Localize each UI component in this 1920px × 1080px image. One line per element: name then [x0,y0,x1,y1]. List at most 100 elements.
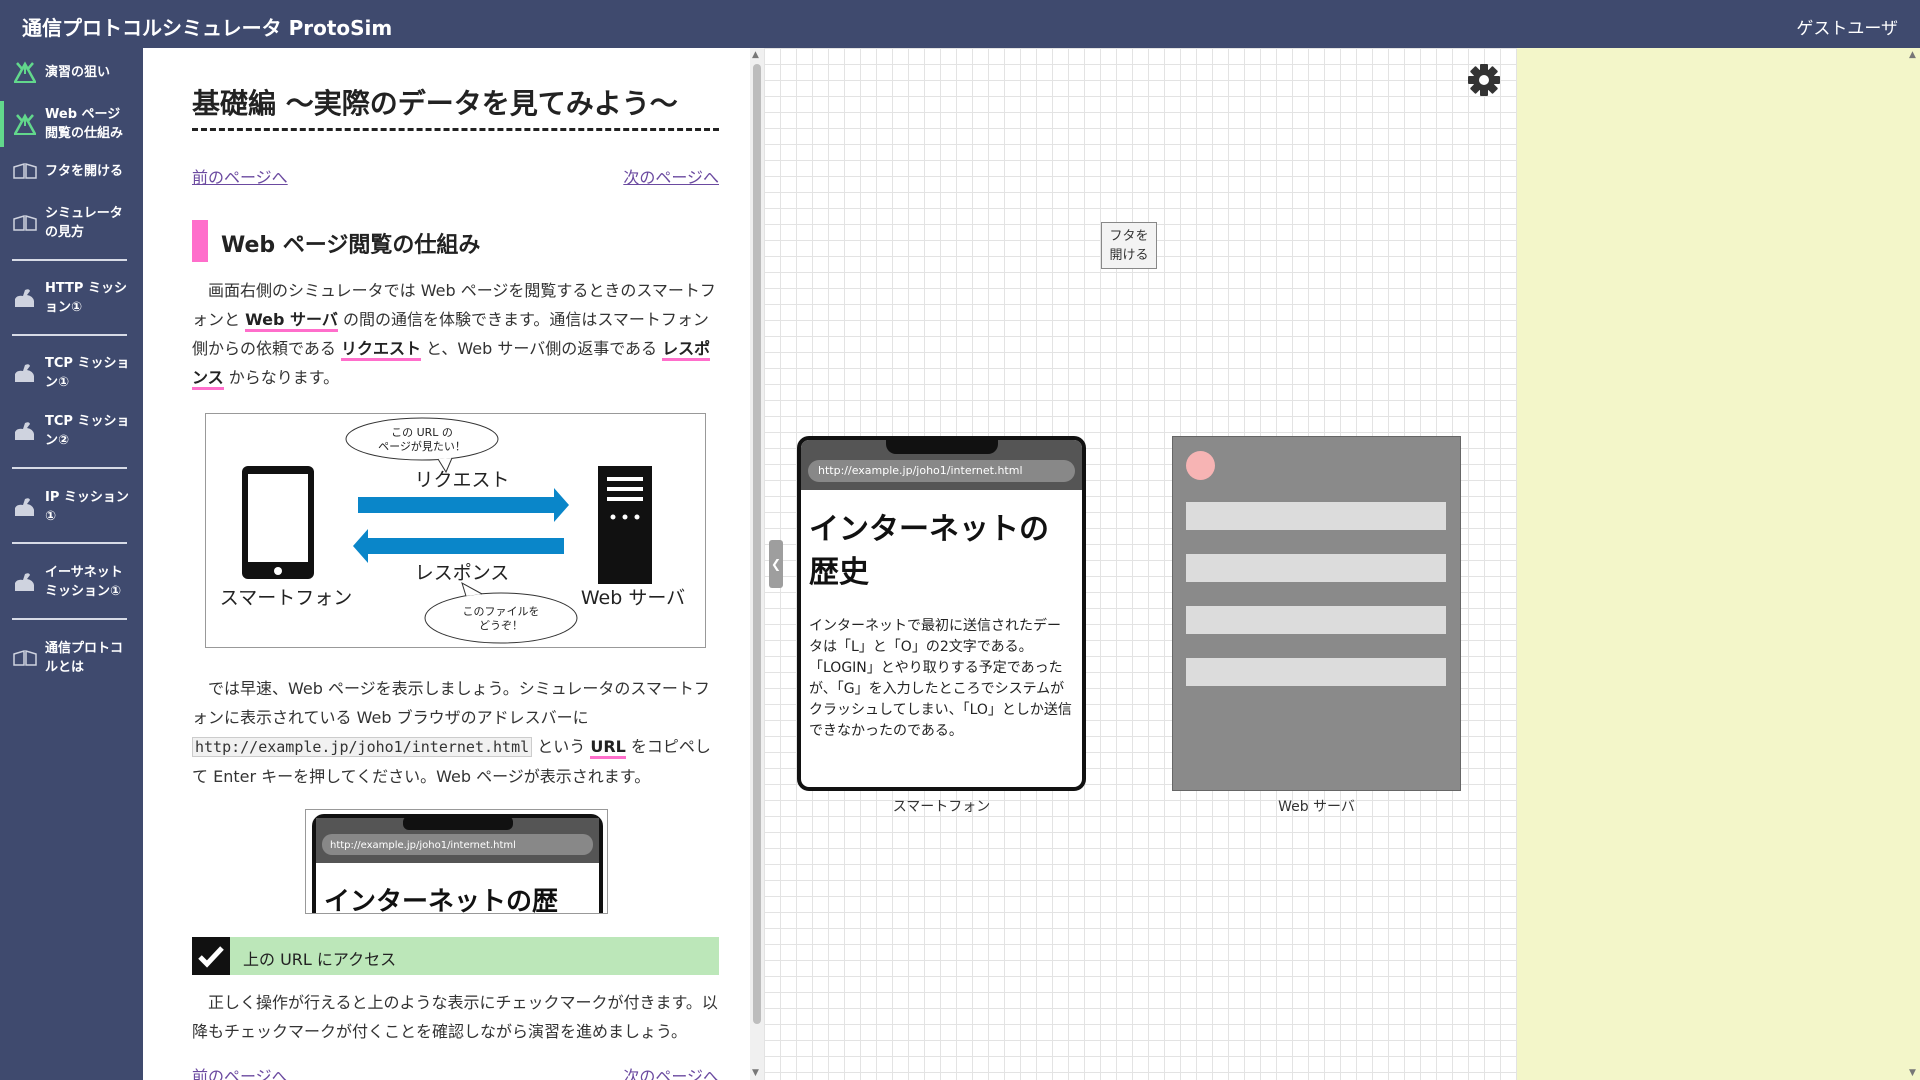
para-text: では早速、Web ページを表示しましょう。シミュレータのスマートフォンに表示され… [192,679,710,727]
open-lid-button[interactable]: フタを 開ける [1101,222,1157,269]
keyword-web-server: Web サーバ [245,310,338,332]
mini-preview-heading: インターネットの歴 [324,887,558,914]
flexed-arm-icon [12,362,38,384]
phone-page-body: インターネットで最初に送信されたデータは「L」と「O」の2文字である。「LOGI… [809,618,1072,739]
sidebar-item-label: IP ミッション① [45,490,129,524]
keyword-request: リクエスト [340,339,421,361]
simulated-smartphone[interactable]: http://example.jp/joho1/internet.html イン… [797,436,1086,791]
web-server-icon [598,466,652,584]
scroll-down-arrow-icon[interactable]: ▼ [1909,1068,1916,1078]
request-arrow [358,488,569,522]
request-label: リクエスト [414,469,509,491]
flexed-arm-icon [12,496,38,518]
diagram-phone-label: スマートフォン [220,587,352,609]
sidebar-item-label: イーサネットミッション① [45,565,123,599]
button-label-line1: フタを [1109,229,1149,244]
sidebar-divider [12,259,127,261]
chevron-left-icon: ❮ [770,557,782,571]
server-status-led [1186,451,1215,480]
request-response-diagram: この URL の ページが見たい！ リクエスト レスポンス このファイルを どう… [205,413,706,648]
bubble-bottom-line2: どうぞ！ [479,619,523,632]
phone-address-bar[interactable]: http://example.jp/joho1/internet.html [808,460,1075,482]
sidebar-item-tcp-mission-2[interactable]: TCP ミッション② [0,408,143,454]
user-name[interactable]: ゲストユーザ [1796,14,1898,39]
flexed-arm-icon [12,420,38,442]
keyword-url: URL [590,737,626,759]
gear-icon[interactable] [1467,63,1501,97]
sidebar-item-label: Web ページ閲覧の仕組み [45,107,124,141]
sidebar-item-label: フタを開ける [45,163,124,179]
right-panel [1517,48,1920,1080]
sidebar-item-label: TCP ミッション② [45,414,130,448]
sidebar-item-ethernet-mission-1[interactable]: イーサネットミッション① [0,559,143,605]
sidebar-item-goal[interactable]: 演習の狙い [0,53,143,91]
bubble-top-line2: ページが見たい！ [378,439,466,453]
scroll-up-arrow-icon[interactable]: ▲ [752,50,759,60]
prev-page-link-bottom[interactable]: 前のページへ [192,1063,288,1080]
server-slot [1186,502,1446,530]
next-page-link-bottom[interactable]: 次のページへ [623,1063,719,1080]
sidebar-divider [12,618,127,620]
smartphone-icon [242,466,314,579]
sidebar-item-web-browsing[interactable]: Web ページ閲覧の仕組み [0,101,143,147]
sidebar-item-simulator-guide[interactable]: シミュレータの見方 [0,200,143,246]
sidebar-item-label: 演習の狙い [45,64,111,80]
sidebar-item-label: TCP ミッション① [45,356,130,390]
sidebar-item-what-is-protocol[interactable]: 通信プロトコルとは [0,635,143,681]
sidebar-item-tcp-mission-1[interactable]: TCP ミッション① [0,350,143,396]
sidebar-item-label: シミュレータの見方 [45,206,123,240]
task-status-row: 上の URL にアクセス [192,937,719,975]
response-label: レスポンス [415,562,510,584]
checkmark-icon [192,937,230,975]
sidebar-item-ip-mission-1[interactable]: IP ミッション① [0,484,143,530]
page-title: 基礎編 〜実際のデータを見てみよう〜 [192,82,719,131]
prev-page-link[interactable]: 前のページへ [192,164,288,188]
note-paragraph: 正しく操作が行えると上のような表示にチェックマークが付きます。以降もチェックマー… [192,993,718,1041]
section-title: Web ページ閲覧の仕組み [221,233,481,258]
phone-page-heading: インターネットの歴史 [809,512,1049,590]
sidebar-item-http-mission-1[interactable]: HTTP ミッション① [0,275,143,321]
flexed-arm-icon [12,571,38,593]
sidebar-item-label: 通信プロトコルとは [45,641,124,675]
sidebar: 演習の狙い Web ページ閲覧の仕組み フタを開ける シミュレータの見方 HTT… [0,48,143,1080]
instruction-paragraph: では早速、Web ページを表示しましょう。シミュレータのスマートフォンに表示され… [192,674,719,791]
section-accent-bar [192,220,208,262]
top-bar: 通信プロトコルシミュレータ ProtoSim ゲストユーザ [0,0,1920,48]
article-panel[interactable]: 基礎編 〜実際のデータを見てみよう〜 前のページへ 次のページへ Web ページ… [143,48,762,1080]
scroll-up-arrow-icon[interactable]: ▲ [1909,50,1916,60]
sidebar-item-open-lid[interactable]: フタを開ける [0,156,143,186]
task-label: 上の URL にアクセス [243,950,397,969]
phone-caption: スマートフォン [892,799,991,815]
phone-notch [886,440,998,454]
sidebar-divider [12,542,127,544]
simulated-web-server[interactable] [1172,436,1461,791]
diagram-server-label: Web サーバ [581,587,685,609]
open-book-icon [12,647,38,669]
bubble-top-line1: この URL の [391,426,453,439]
sidebar-item-label: HTTP ミッション① [45,281,127,315]
para-text: と、Web サーバ側の返事である [420,339,663,358]
button-label-line2: 開ける [1109,248,1149,263]
app-title: 通信プロトコルシミュレータ ProtoSim [22,16,393,40]
scroll-down-arrow-icon[interactable]: ▼ [752,1068,759,1078]
scrollbar-thumb[interactable] [753,64,761,1024]
para-text: という [532,737,591,756]
collapse-panel-handle[interactable]: ❮ [769,540,783,588]
target-flag-icon [12,113,38,135]
article-scrollbar[interactable]: ▲ ▼ [750,48,764,1080]
target-flag-icon [12,61,38,83]
intro-paragraph: 画面右側のシミュレータでは Web ページを閲覧するときのスマートフォンと We… [192,276,719,392]
right-scrollbar[interactable]: ▲ ▼ [1906,48,1920,1080]
server-slot [1186,606,1446,634]
server-slot [1186,658,1446,686]
next-page-link[interactable]: 次のページへ [623,164,719,188]
server-caption: Web サーバ [1278,799,1355,815]
url-code[interactable]: http://example.jp/joho1/internet.html [192,737,533,757]
server-slot [1186,554,1446,582]
para-text: からなります。 [223,368,340,387]
flexed-arm-icon [12,287,38,309]
phone-browser-bar: http://example.jp/joho1/internet.html [801,440,1082,490]
bubble-bottom-line1: このファイルを [463,605,540,618]
sidebar-divider [12,334,127,336]
browser-preview-image: http://example.jp/joho1/internet.html イン… [305,809,608,914]
